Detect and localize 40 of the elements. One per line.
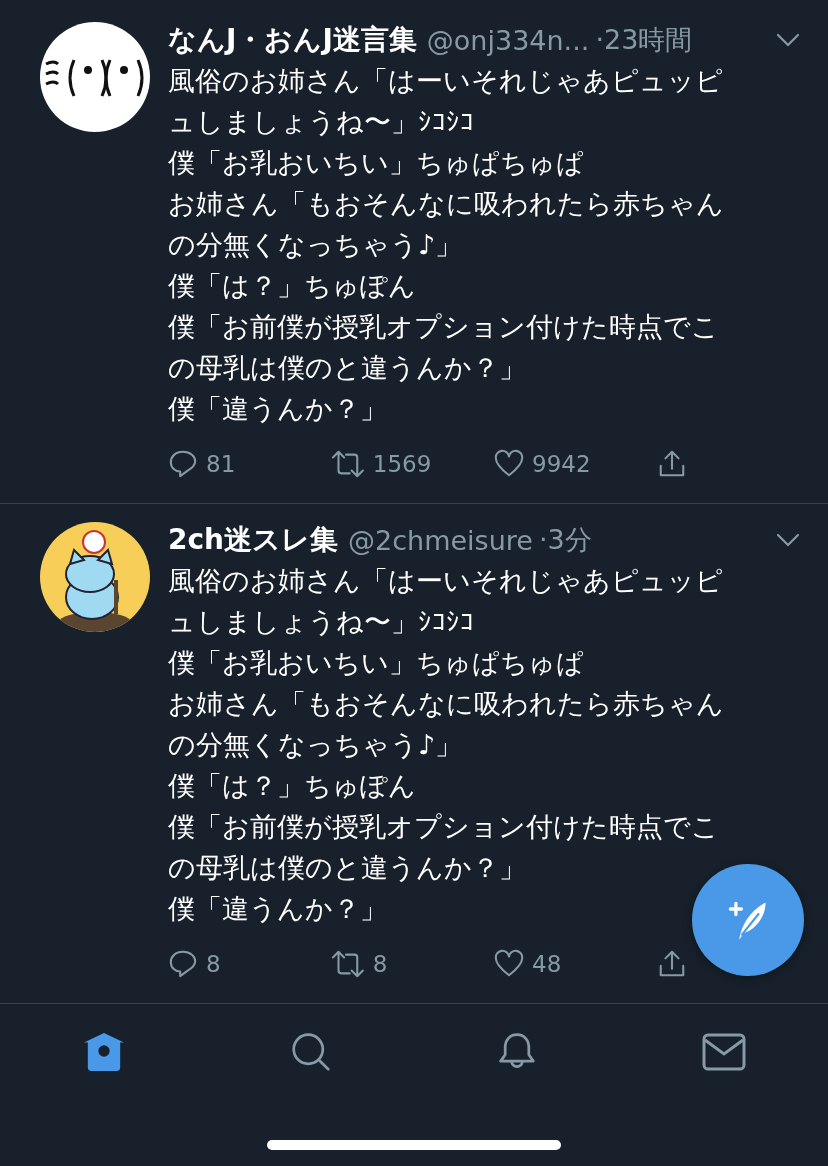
reply-icon[interactable] <box>168 449 198 479</box>
tweet-text-line: 風俗のお姉さん「はーいそれじゃあピュッピ <box>168 564 723 598</box>
display-name[interactable]: 2ch迷スレ集 <box>168 521 338 559</box>
tweet-text-line: の分無くなっちゃう♪」 <box>168 228 463 262</box>
tweet-text-line: 風俗のお姉さん「はーいそれじゃあピュッピ <box>168 64 723 98</box>
heart-icon[interactable] <box>494 449 524 479</box>
tweet-text-line: ュしましょうね〜」ｼｺｼｺ <box>168 605 474 639</box>
tweet-text-line: の母乳は僕のと違うんか？」 <box>168 351 526 385</box>
retweet-icon[interactable] <box>331 949 365 979</box>
tweet-text-line: 僕「違うんか？」 <box>168 892 387 926</box>
tweet-text-line: 僕「お乳おいちい」ちゅぱちゅぱ <box>168 646 584 680</box>
reply-count: 8 <box>206 951 221 977</box>
retweet-count: 1569 <box>372 451 432 477</box>
user-handle[interactable]: @onj334n... <box>426 24 590 56</box>
tweet-text-line: 僕「は？」ちゅぽん <box>168 269 416 303</box>
tweet-text-line: 僕「違うんか？」 <box>168 392 387 426</box>
tweet-text-line: お姉さん「もおそんなに吸われたら赤ちゃん <box>168 687 724 721</box>
user-handle[interactable]: @2chmeisure <box>348 524 533 556</box>
tweet-text-line: 僕「は？」ちゅぽん <box>168 769 416 803</box>
share-icon[interactable] <box>657 949 687 979</box>
display-name[interactable]: なんJ・おんJ迷言集 <box>168 21 417 59</box>
tweet-text-line: 僕「お前僕が授乳オプション付けた時点でこ <box>168 810 719 844</box>
tweet-text-line: ュしましょうね〜」ｼｺｼｺ <box>168 105 474 139</box>
tweet-text-line: 僕「お乳おいちい」ちゅぱちゅぱ <box>168 146 584 180</box>
chevron-down-icon[interactable] <box>776 33 800 47</box>
chevron-down-icon[interactable] <box>776 533 800 547</box>
tweet-text-line: 僕「お前僕が授乳オプション付けた時点でこ <box>168 310 719 344</box>
timestamp: ·23時間 <box>595 23 693 57</box>
heart-icon[interactable] <box>494 949 524 979</box>
like-count: 9942 <box>532 451 591 477</box>
reply-count: 81 <box>206 451 236 477</box>
tweet-text-line: お姉さん「もおそんなに吸われたら赤ちゃん <box>168 187 724 221</box>
share-icon[interactable] <box>657 449 687 479</box>
timestamp: ·3分 <box>538 523 592 557</box>
tweet-text-line: の母乳は僕のと違うんか？」 <box>168 851 526 885</box>
retweet-count: 8 <box>372 951 388 977</box>
retweet-icon[interactable] <box>331 449 365 479</box>
like-count: 48 <box>532 951 562 977</box>
tweet-text-line: の分無くなっちゃう♪」 <box>168 728 463 762</box>
reply-icon[interactable] <box>168 949 198 979</box>
